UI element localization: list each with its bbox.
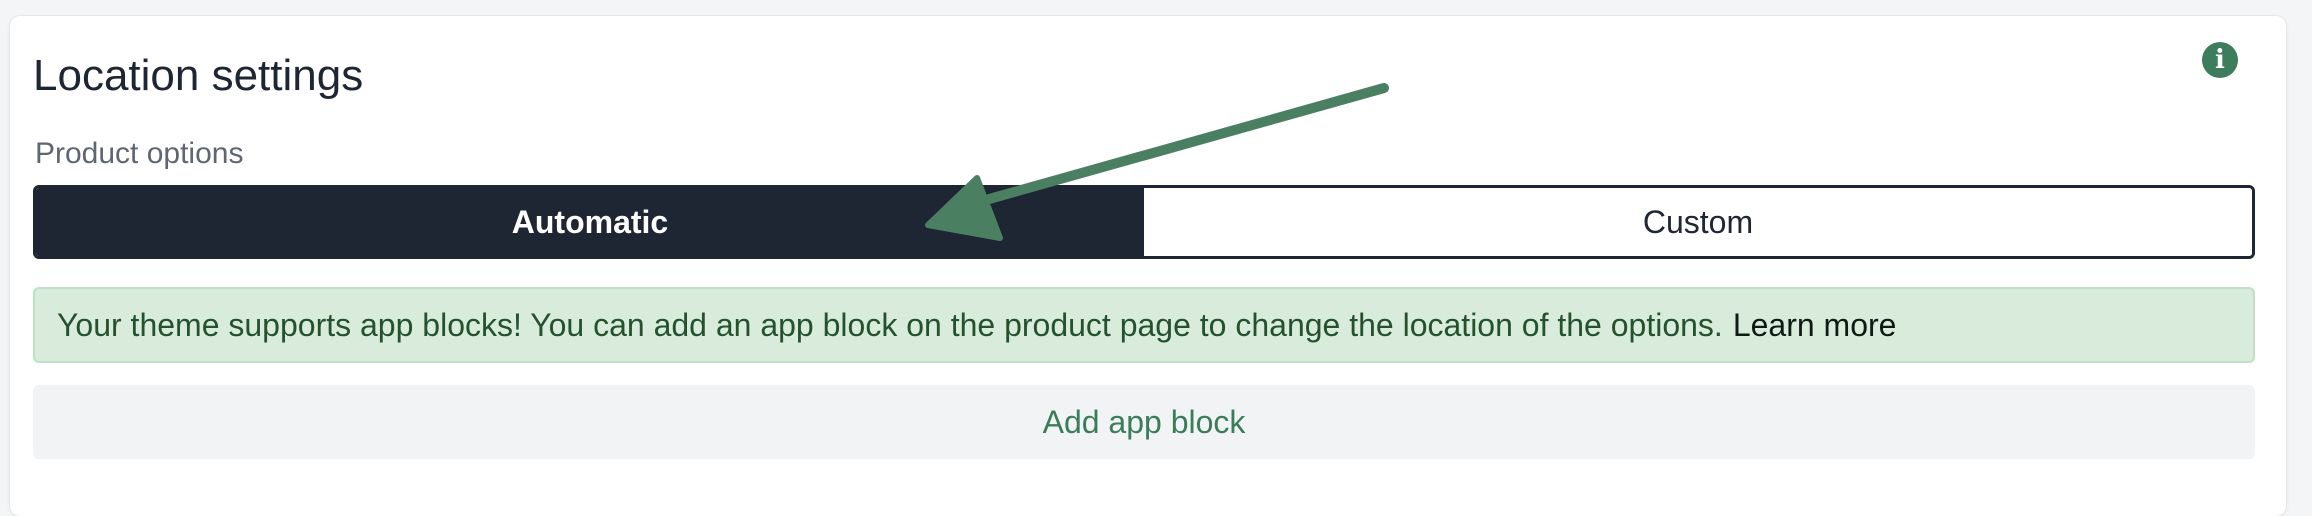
page-title: Location settings — [33, 51, 364, 100]
product-options-label: Product options — [35, 137, 244, 170]
add-app-block-button[interactable]: Add app block — [33, 385, 2255, 459]
page-background — [0, 0, 2312, 16]
app-block-info-banner: Your theme supports app blocks! You can … — [33, 287, 2255, 363]
option-automatic-button[interactable]: Automatic — [36, 188, 1144, 256]
learn-more-link[interactable]: Learn more — [1733, 307, 1897, 344]
product-options-toggle: Automatic Custom — [33, 185, 2255, 259]
info-icon[interactable]: i — [2202, 42, 2238, 78]
banner-message: Your theme supports app blocks! You can … — [57, 306, 1723, 343]
option-custom-button[interactable]: Custom — [1144, 188, 2252, 256]
